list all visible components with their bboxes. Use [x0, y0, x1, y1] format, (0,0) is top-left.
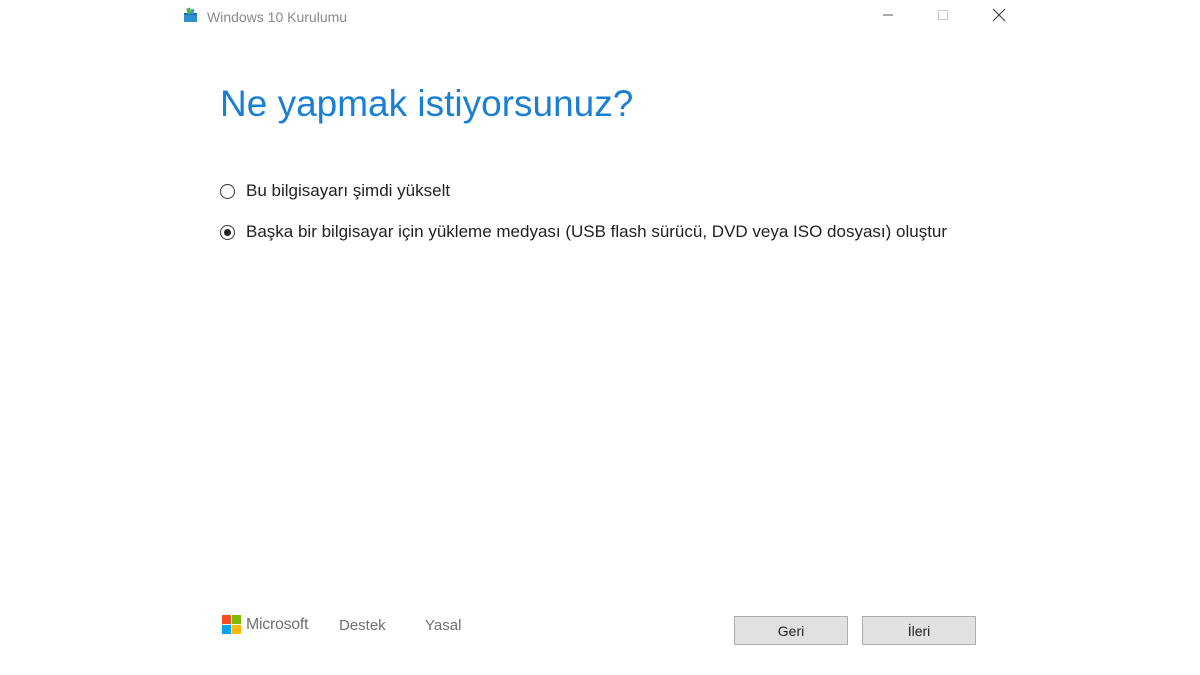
close-icon	[992, 8, 1006, 27]
maximize-button[interactable]	[929, 4, 957, 30]
microsoft-squares-icon	[222, 615, 241, 634]
setup-window: Windows 10 Kurulumu Ne yapmak istiyorsun…	[0, 0, 1200, 675]
back-button[interactable]: Geri	[734, 616, 848, 645]
radio-unselected-icon[interactable]	[220, 183, 235, 199]
minimize-icon	[881, 8, 895, 27]
next-button[interactable]: İleri	[862, 616, 976, 645]
option-label: Başka bir bilgisayar için yükleme medyas…	[246, 222, 948, 241]
window-title: Windows 10 Kurulumu	[207, 9, 348, 25]
microsoft-logo: Microsoft	[222, 615, 309, 634]
close-button[interactable]	[985, 4, 1013, 30]
minimize-button[interactable]	[874, 4, 902, 30]
option-upgrade-this-pc[interactable]: Bu bilgisayarı şimdi yükselt	[220, 181, 450, 201]
setup-icon	[183, 7, 199, 23]
radio-selected-icon[interactable]	[220, 224, 235, 240]
maximize-icon	[936, 8, 950, 27]
option-label: Bu bilgisayarı şimdi yükselt	[246, 181, 451, 200]
support-link[interactable]: Destek	[339, 617, 386, 634]
legal-link[interactable]: Yasal	[425, 617, 461, 634]
page-title: Ne yapmak istiyorsunuz?	[220, 83, 634, 124]
option-create-installation-media[interactable]: Başka bir bilgisayar için yükleme medyas…	[220, 222, 947, 242]
microsoft-brand-text: Microsoft	[246, 615, 309, 633]
title-bar[interactable]: Windows 10 Kurulumu	[0, 0, 1200, 36]
